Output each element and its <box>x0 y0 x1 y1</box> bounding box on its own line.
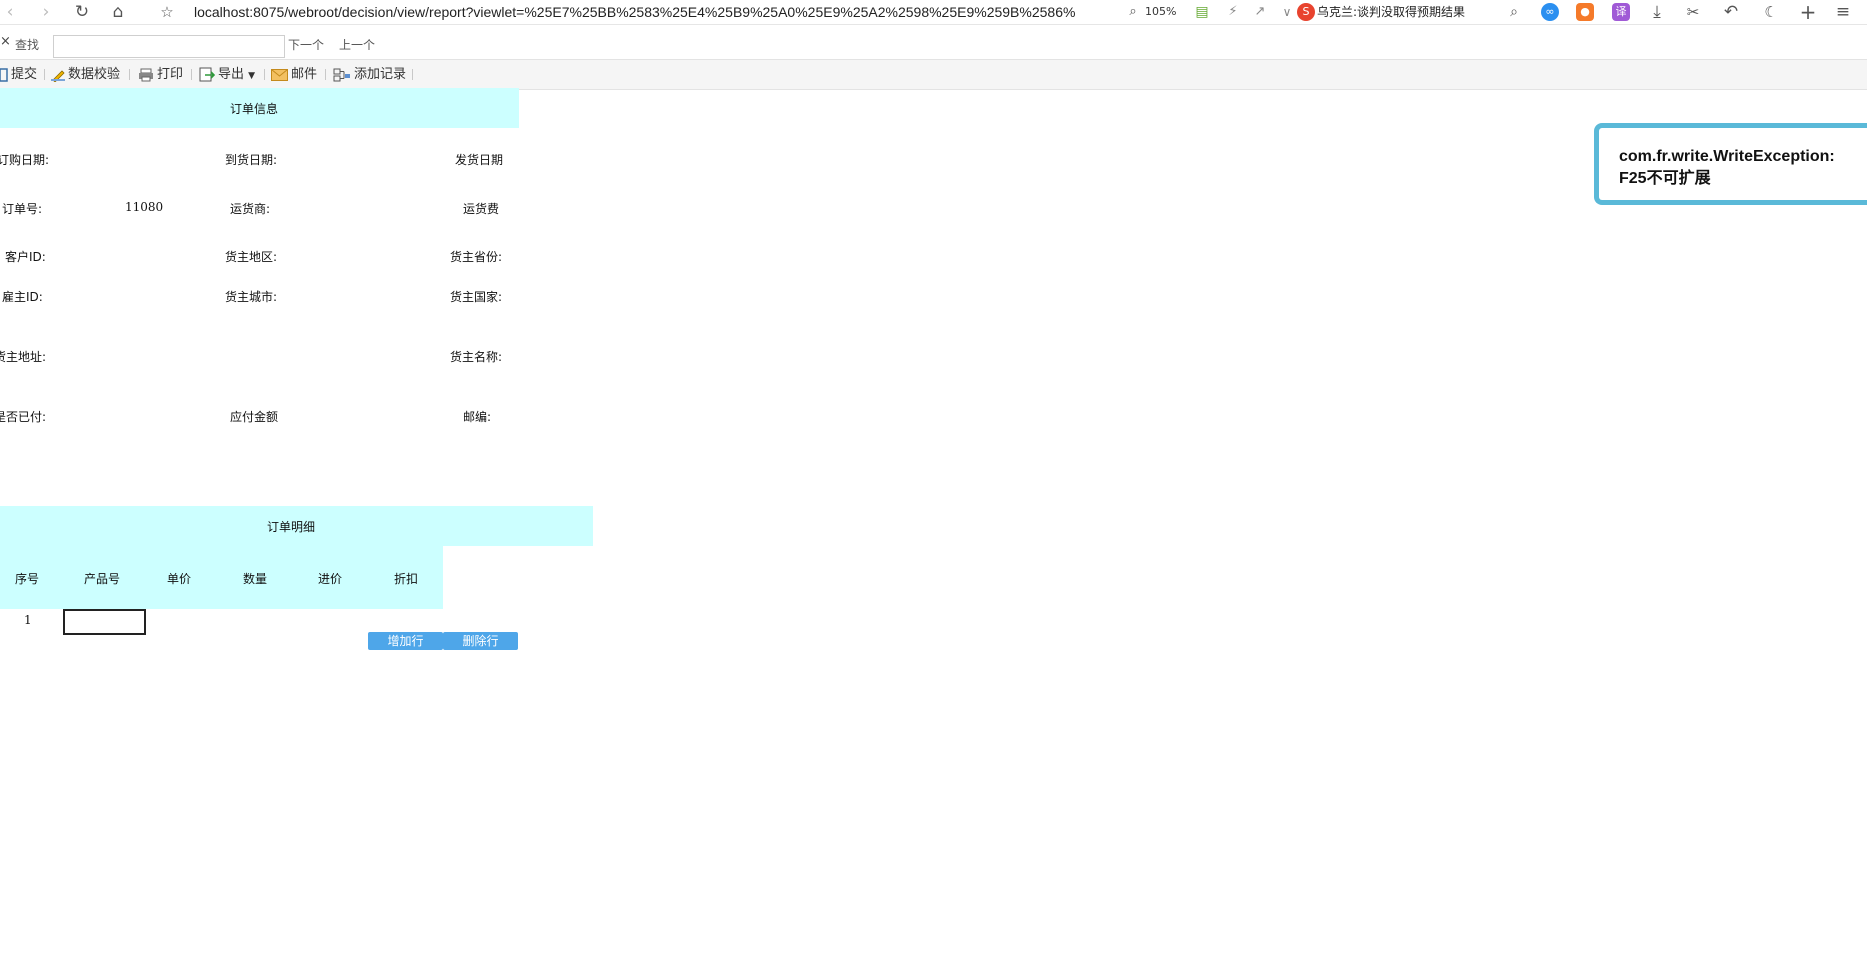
mail-label: 邮件 <box>291 67 318 82</box>
submit-label: 提交 <box>11 67 38 82</box>
search-icon[interactable]: ⌕ <box>1506 1 1522 23</box>
print-button[interactable]: 打印 <box>138 60 183 89</box>
reload-icon[interactable]: ↻ <box>72 1 92 23</box>
freight-label: 运货费 <box>463 202 500 216</box>
add-record-button[interactable]: 添加记录 <box>333 60 406 89</box>
submit-button[interactable]: 提交 <box>0 60 37 89</box>
bookmark-star-icon[interactable]: ☆ <box>157 1 177 23</box>
export-label: 导出 <box>218 67 245 82</box>
column-header: 数量 <box>243 572 268 586</box>
find-close-icon[interactable]: × <box>0 34 11 49</box>
add-record-icon <box>333 68 350 81</box>
news-ticker[interactable]: 乌克兰:谈判没取得预期结果 <box>1317 0 1505 24</box>
error-message: com.fr.write.WriteException: F25不可扩展 <box>1619 148 1835 187</box>
column-header: 折扣 <box>394 572 419 586</box>
zoom-level[interactable]: 105% <box>1145 0 1176 24</box>
report-toolbar: 提交 数据校验 打印 导出 ▼ 邮件 添加记录 <box>0 59 1867 90</box>
print-label: 打印 <box>157 67 184 82</box>
find-prev-button[interactable]: 上一个 <box>339 36 375 53</box>
reader-icon[interactable]: ▤ <box>1194 1 1210 23</box>
download-icon[interactable]: ⤓ <box>1648 1 1666 23</box>
scissors-icon[interactable]: ✂ <box>1684 1 1702 23</box>
amount-due-label: 应付金额 <box>230 410 279 424</box>
night-mode-icon[interactable]: ☾ <box>1762 1 1780 23</box>
row-index: 1 <box>24 613 32 627</box>
order-date-label: 订购日期: <box>0 153 50 167</box>
validate-pencil-icon <box>51 69 65 82</box>
order-no-label: 订单号: <box>2 202 43 216</box>
forward-icon[interactable]: › <box>36 1 56 23</box>
translate-icon[interactable]: 译 <box>1612 3 1630 21</box>
customer-id-label: 客户ID: <box>5 250 46 264</box>
export-icon <box>199 67 215 82</box>
ship-region-label: 货主地区: <box>225 250 278 264</box>
new-tab-icon[interactable]: + <box>1799 1 1817 23</box>
postcode-label: 邮编: <box>463 410 492 424</box>
address-bar-url[interactable]: localhost:8075/webroot/decision/view/rep… <box>194 0 1104 24</box>
ship-address-label: 货主地址: <box>0 350 47 364</box>
find-label: 查找 <box>15 38 40 52</box>
column-header: 序号 <box>15 572 40 586</box>
arrival-date-label: 到货日期: <box>225 153 278 167</box>
ship-country-label: 货主国家: <box>450 290 503 304</box>
column-header: 进价 <box>318 572 343 586</box>
back-icon[interactable]: ‹ <box>0 1 20 23</box>
printer-icon <box>139 68 153 81</box>
chevron-down-icon[interactable]: ∨ <box>1280 1 1294 23</box>
find-input[interactable] <box>53 35 285 58</box>
mail-icon <box>271 68 288 81</box>
column-header: 单价 <box>167 572 192 586</box>
error-toast: com.fr.write.WriteException: F25不可扩展 <box>1594 123 1867 205</box>
employee-id-label: 雇主ID: <box>2 290 43 304</box>
order-detail-column-header <box>0 546 443 609</box>
shipper-label: 运货商: <box>230 202 271 216</box>
submit-icon <box>0 67 8 82</box>
export-dropdown-icon: ▼ <box>248 71 256 81</box>
ship-province-label: 货主省份: <box>450 250 503 264</box>
ship-city-label: 货主城市: <box>225 290 278 304</box>
share-icon[interactable]: ↗ <box>1252 1 1268 23</box>
undo-icon[interactable]: ↶ <box>1722 1 1740 23</box>
mail-button[interactable]: 邮件 <box>271 60 317 89</box>
validate-button[interactable]: 数据校验 <box>51 60 120 89</box>
validate-label: 数据校验 <box>68 67 121 82</box>
order-no-value: 11080 <box>125 200 164 214</box>
menu-icon[interactable]: ≡ <box>1834 1 1852 23</box>
game-icon[interactable]: ● <box>1576 3 1594 21</box>
column-header: 产品号 <box>84 572 121 586</box>
add-row-button[interactable]: 增加行 <box>368 632 443 650</box>
find-next-button[interactable]: 下一个 <box>288 36 324 53</box>
zoom-icon: ⌕ <box>1129 4 1137 19</box>
order-info-title: 订单信息 <box>230 102 279 116</box>
ship-name-label: 货主名称: <box>450 350 503 364</box>
order-detail-title: 订单明细 <box>267 520 316 534</box>
extension-infinity-icon[interactable]: ∞ <box>1541 3 1559 21</box>
add-record-label: 添加记录 <box>354 67 407 82</box>
browser-toolbar: ‹ › ↻ ⌂ ☆ localhost:8075/webroot/decisio… <box>0 0 1867 25</box>
paid-label: 是否已付: <box>0 410 47 424</box>
delete-row-button[interactable]: 删除行 <box>443 632 518 650</box>
ship-date-label: 发货日期 <box>455 153 504 167</box>
product-no-input[interactable] <box>63 609 146 635</box>
export-button[interactable]: 导出 ▼ <box>199 60 255 89</box>
flash-icon[interactable]: ⚡ <box>1226 1 1240 23</box>
sogou-search-icon[interactable]: S <box>1297 3 1315 21</box>
home-icon[interactable]: ⌂ <box>107 1 129 23</box>
